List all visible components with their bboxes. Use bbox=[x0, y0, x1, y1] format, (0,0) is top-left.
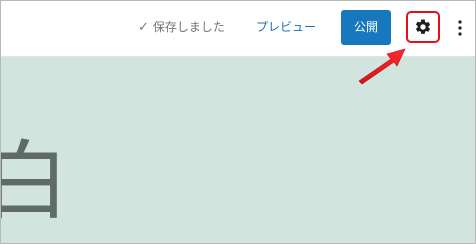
saved-status: ✓ 保存しました bbox=[138, 17, 225, 37]
settings-button[interactable] bbox=[406, 11, 440, 43]
more-options-button[interactable] bbox=[453, 15, 467, 41]
editor-header-toolbar: ✓ 保存しました プレビュー 公開 bbox=[1, 1, 475, 57]
post-title-text[interactable]: 白 bbox=[1, 139, 69, 225]
editor-window: ✓保存しました プレビュー 公開 白 bbox=[0, 0, 476, 244]
saved-status-label: 保存しました bbox=[152, 20, 225, 34]
vertical-ellipsis-icon bbox=[458, 20, 462, 36]
gear-icon bbox=[415, 19, 431, 34]
editor-canvas[interactable]: 白 bbox=[1, 57, 475, 243]
preview-button[interactable]: プレビュー bbox=[256, 17, 316, 37]
check-icon: ✓ bbox=[138, 20, 149, 35]
publish-button[interactable]: 公開 bbox=[341, 10, 391, 45]
